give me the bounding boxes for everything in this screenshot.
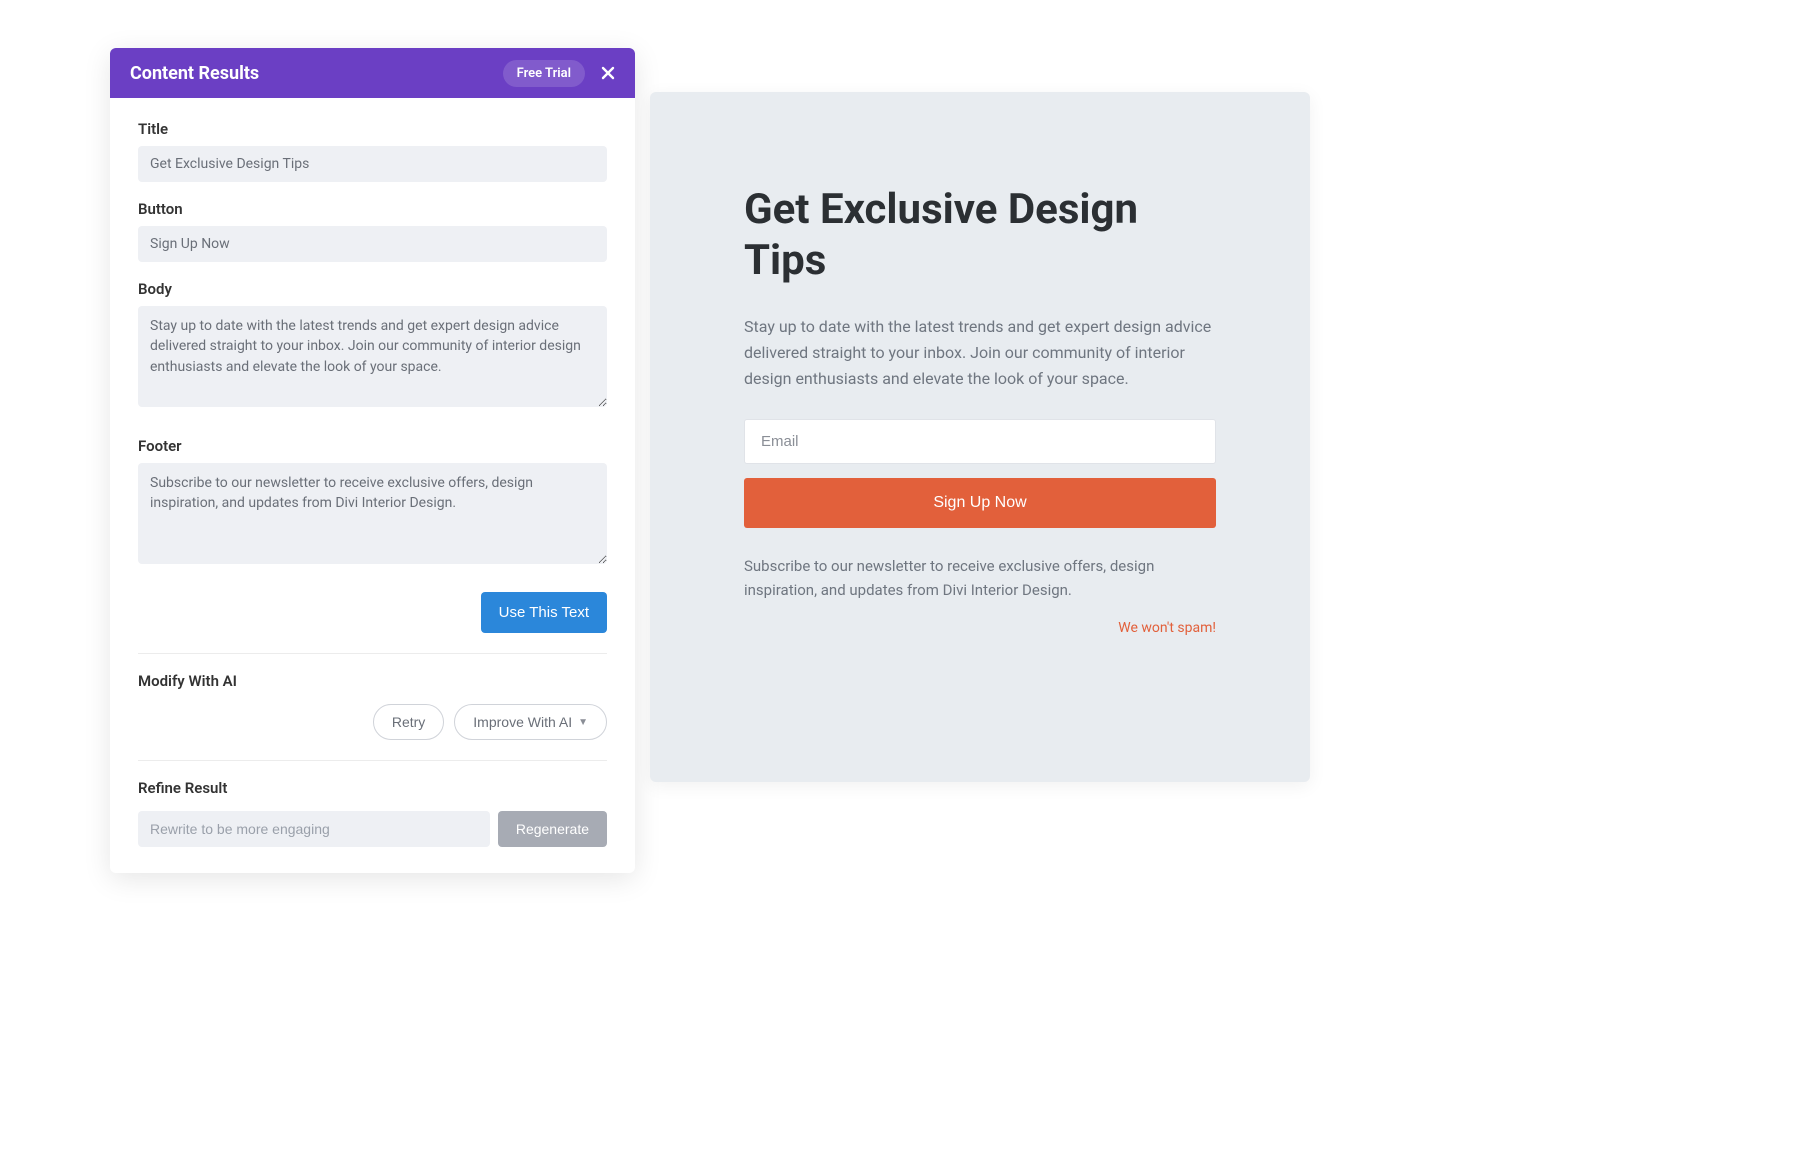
improve-with-ai-button[interactable]: Improve With AI ▼ [454,704,607,740]
divider [138,760,607,761]
button-value[interactable]: Sign Up Now [138,226,607,262]
refine-result-label: Refine Result [138,779,607,797]
panel-header: Content Results Free Trial [110,48,635,98]
title-value[interactable]: Get Exclusive Design Tips [138,146,607,182]
improve-with-ai-label: Improve With AI [473,714,572,730]
preview-title: Get Exclusive Design Tips [744,184,1216,286]
close-icon[interactable] [599,64,617,82]
panel-title: Content Results [130,63,503,84]
refine-input[interactable] [138,811,490,847]
preview-pane: Get Exclusive Design Tips Stay up to dat… [650,92,1310,782]
preview-footer-text: Subscribe to our newsletter to receive e… [744,554,1216,602]
preview-body-text: Stay up to date with the latest trends a… [744,314,1216,391]
free-trial-button[interactable]: Free Trial [503,60,585,87]
button-label: Button [138,200,607,218]
body-textarea[interactable] [138,306,607,407]
use-this-text-button[interactable]: Use This Text [481,592,607,633]
content-results-panel: Content Results Free Trial Title Get Exc… [110,48,635,873]
signup-button[interactable]: Sign Up Now [744,478,1216,528]
footer-textarea[interactable] [138,463,607,564]
body-label: Body [138,280,607,298]
footer-label: Footer [138,437,607,455]
modify-with-ai-label: Modify With AI [138,672,607,690]
panel-body: Title Get Exclusive Design Tips Button S… [110,98,635,873]
retry-button[interactable]: Retry [373,704,444,740]
title-label: Title [138,120,607,138]
email-field[interactable] [744,419,1216,464]
divider [138,653,607,654]
chevron-down-icon: ▼ [578,717,588,728]
spam-notice: We won't spam! [744,620,1216,636]
retry-button-label: Retry [392,714,425,730]
regenerate-button[interactable]: Regenerate [498,811,607,847]
